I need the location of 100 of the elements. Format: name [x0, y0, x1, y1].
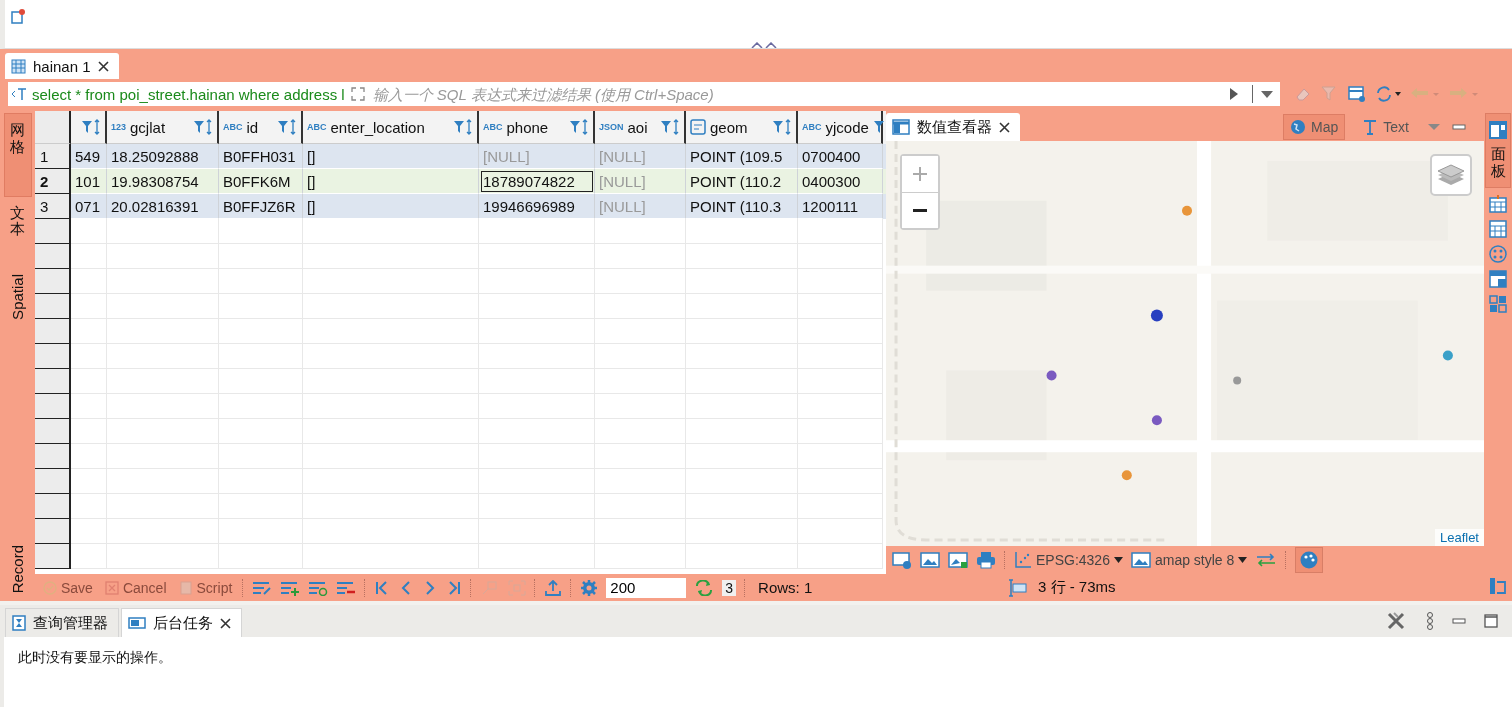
palette-icon: [1299, 550, 1320, 570]
globe-icon: [1290, 119, 1307, 135]
row-header[interactable]: [35, 419, 71, 444]
export-icon[interactable]: [544, 579, 563, 596]
expand-icon[interactable]: [349, 86, 366, 102]
table-cell: []: [303, 194, 479, 219]
attribution-link[interactable]: Leaflet: [1434, 529, 1484, 546]
type-label: 123: [111, 122, 127, 132]
fetch-size-field[interactable]: 200: [606, 577, 687, 598]
row-header[interactable]: [35, 394, 71, 419]
table-settings-icon[interactable]: [1348, 85, 1366, 103]
filter-input[interactable]: 输入一个 SQL 表达式来过滤结果 (使用 Ctrl+Space): [370, 84, 1224, 104]
panel-icon: [1488, 120, 1508, 140]
table-row[interactable]: 1 549 18.25092888 B0FFH031 [] [NULL] [NULL] POINT (109.5 0700400: [35, 144, 886, 169]
copy-row-icon[interactable]: [308, 579, 329, 596]
row-header[interactable]: [35, 294, 71, 319]
add-row-icon[interactable]: [280, 579, 301, 596]
text-icon: [11, 87, 27, 101]
panels-tab[interactable]: 面板: [1485, 113, 1511, 188]
side-tab[interactable]: 网格: [3, 113, 32, 197]
basemap-dropdown[interactable]: amap style 8: [1130, 551, 1248, 569]
swap-icon[interactable]: [1255, 553, 1278, 567]
table-cell: B0FFJZ6R: [219, 194, 303, 219]
cancel-icon: [104, 580, 119, 595]
palette-button[interactable]: [1295, 547, 1324, 573]
run-icon[interactable]: [1229, 87, 1239, 101]
geometry-icon: [690, 119, 706, 135]
column-name: enter_location: [330, 118, 425, 136]
table-row[interactable]: 3 071 20.02816391 B0FFJZ6R [] 19946696989 [NULL] POINT (110.3 1200111: [35, 194, 886, 219]
filter-field[interactable]: select * from poi_street.hainan where address l 输入一个 SQL 表达式来过滤结果 (使用 Ctrl+Space): [8, 82, 1280, 106]
window-icon: [128, 617, 146, 629]
tiles-icon[interactable]: [1489, 295, 1507, 313]
column-icon: [1008, 578, 1028, 597]
document-icon[interactable]: [11, 8, 25, 24]
close-icon[interactable]: [999, 121, 1010, 133]
last-page-icon[interactable]: [446, 579, 463, 596]
delete-row-icon[interactable]: [336, 579, 357, 596]
column-name: phone: [506, 118, 549, 136]
row-header[interactable]: [35, 369, 71, 394]
status-text: 3 行 - 73ms: [1038, 578, 1116, 597]
restore-panel-icon[interactable]: [1489, 577, 1507, 595]
maximize-icon[interactable]: [1484, 614, 1498, 628]
print-icon[interactable]: [976, 551, 996, 569]
row-header[interactable]: [35, 469, 71, 494]
row-header[interactable]: [35, 319, 71, 344]
edit-row-icon[interactable]: [252, 579, 273, 596]
column-name: aoi: [627, 118, 648, 136]
column-name: gcjlat: [130, 118, 166, 136]
panel-tab[interactable]: 后台任务: [121, 608, 242, 637]
side-tab[interactable]: Spatial: [3, 266, 32, 454]
minus-icon: [912, 209, 928, 212]
crs-dropdown[interactable]: EPSG:4326: [1014, 551, 1123, 569]
close-icon[interactable]: [220, 617, 231, 629]
minimize-icon[interactable]: [1452, 123, 1466, 131]
hourglass-icon: [12, 615, 26, 631]
layout-icon[interactable]: [1489, 270, 1507, 288]
script-icon: [178, 580, 193, 595]
column-name: yjcode: [825, 118, 869, 136]
tab-label: hainan 1: [33, 57, 91, 75]
minimize-icon[interactable]: [1452, 617, 1466, 625]
row-header[interactable]: [35, 494, 71, 519]
table-icon: [11, 58, 26, 74]
more-icon[interactable]: [1426, 611, 1434, 631]
calendar-icon[interactable]: [1489, 195, 1507, 213]
value-viewer-tab[interactable]: 数值查看器: [886, 113, 1020, 141]
plus-icon: [912, 166, 928, 182]
panel-tab[interactable]: 查询管理器: [5, 608, 119, 637]
row-header[interactable]: [35, 444, 71, 469]
dropdown-icon[interactable]: [1260, 89, 1274, 99]
web-map-icon[interactable]: [892, 551, 912, 569]
scatter-icon: [1014, 551, 1032, 569]
table-cell: 1200111: [798, 194, 883, 219]
sql-query: select * from poi_street.hainan where address l: [32, 85, 345, 103]
refresh-icon[interactable]: [1375, 85, 1401, 103]
editor-tab[interactable]: hainan 1: [5, 53, 119, 79]
view-mode-button[interactable]: Text: [1355, 114, 1416, 140]
layers-button[interactable]: [1430, 154, 1472, 196]
row-header[interactable]: [35, 544, 71, 569]
type-label: ABC: [223, 122, 243, 132]
image-save-icon[interactable]: [948, 551, 968, 569]
row-header[interactable]: [35, 269, 71, 294]
row-number: 1: [35, 144, 71, 169]
status-message: 此时没有要显示的操作。: [18, 649, 172, 665]
row-header[interactable]: [35, 244, 71, 269]
text-icon: [1362, 119, 1379, 135]
table-row[interactable]: 2 101 19.98308754 B0FFK6M [] 18789074822 [NULL] POINT (110.2 0400300: [35, 169, 886, 194]
side-tab[interactable]: 文本: [3, 196, 32, 267]
table-cell: 20.02816391: [107, 194, 219, 219]
row-header[interactable]: [35, 219, 71, 244]
close-icon[interactable]: [97, 60, 109, 72]
caret-icon: [1113, 557, 1123, 563]
side-tab[interactable]: Record: [3, 453, 32, 601]
splitter-handle-icon[interactable]: [750, 42, 778, 48]
settings-icon[interactable]: [580, 578, 599, 597]
circle-grid-icon[interactable]: [1489, 245, 1507, 263]
zoom-out-button[interactable]: [902, 192, 938, 228]
row-header[interactable]: [35, 519, 71, 544]
image-icon[interactable]: [920, 551, 940, 569]
grid-icon[interactable]: [1489, 220, 1507, 238]
row-header[interactable]: [35, 344, 71, 369]
